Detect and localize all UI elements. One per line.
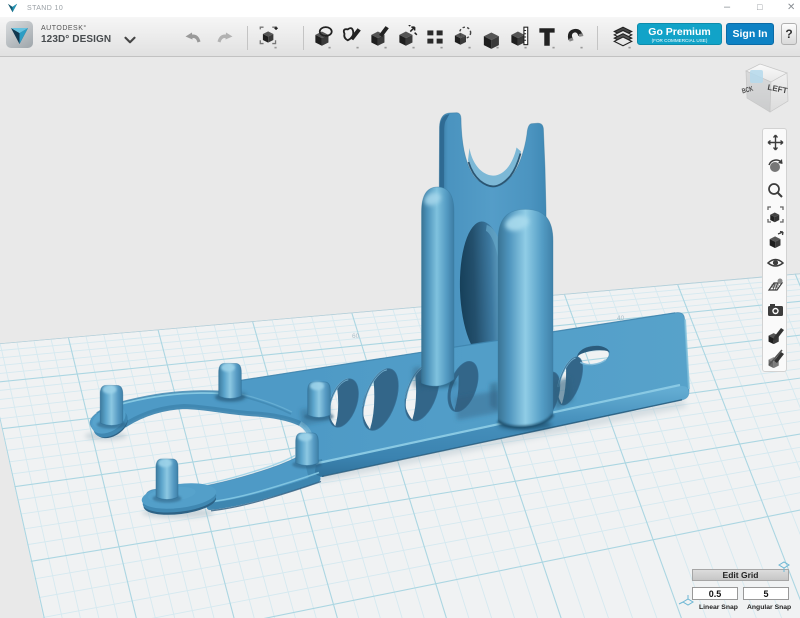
svg-text:60: 60 xyxy=(352,333,360,340)
